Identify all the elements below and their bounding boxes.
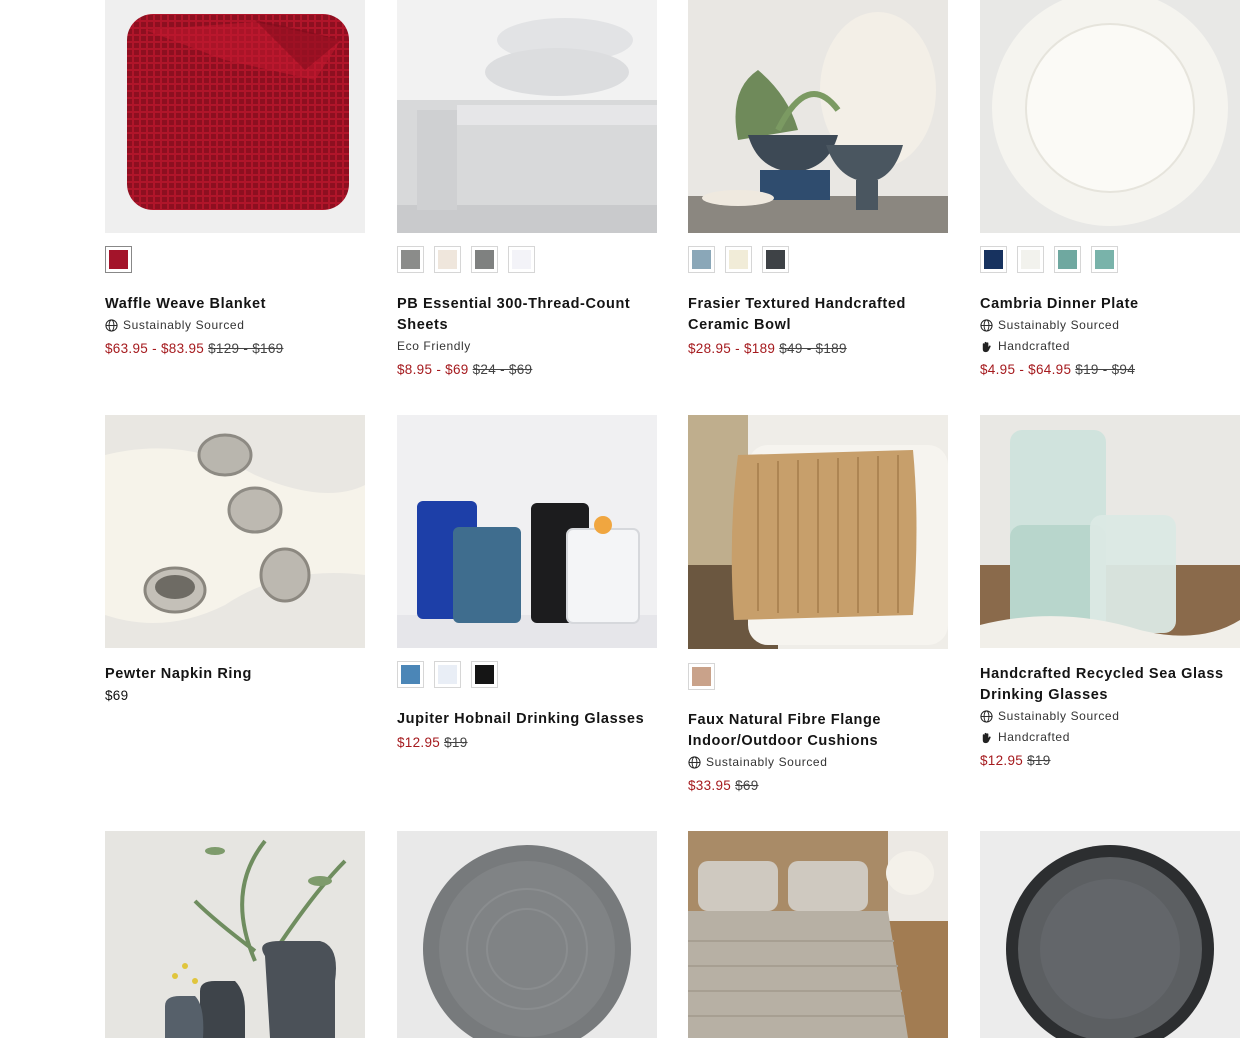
color-swatches	[688, 246, 789, 273]
price: $63.95 - $83.95 $129 - $169	[105, 338, 367, 360]
color-swatches	[688, 663, 715, 690]
handcrafted-badge: Handcrafted	[980, 336, 1242, 357]
plate-image	[980, 0, 1240, 233]
color-swatch[interactable]	[105, 246, 132, 273]
original-price: $24 - $69	[472, 362, 533, 377]
product-image[interactable]	[688, 831, 948, 1038]
color-swatch[interactable]	[434, 661, 461, 688]
price: $12.95 $19	[397, 732, 659, 754]
product-image[interactable]	[397, 831, 657, 1038]
bowl-image	[688, 0, 948, 233]
sustainably-sourced-badge: Sustainably Sourced	[688, 752, 950, 773]
sea-glass-image	[980, 415, 1240, 648]
product-image[interactable]	[980, 831, 1240, 1038]
sustainably-sourced-badge: Sustainably Sourced	[980, 315, 1242, 336]
product-image[interactable]	[688, 415, 948, 649]
color-swatch[interactable]	[434, 246, 461, 273]
sheets-image	[397, 0, 657, 233]
cushion-image	[688, 415, 948, 649]
color-swatch[interactable]	[725, 246, 752, 273]
sale-price: $12.95	[397, 735, 441, 750]
product-title[interactable]: Faux Natural Fibre Flange Indoor/Outdoor…	[688, 710, 950, 752]
color-swatch[interactable]	[471, 661, 498, 688]
hand-icon	[982, 732, 991, 744]
product-image[interactable]	[980, 0, 1240, 233]
hobnail-glasses-image	[397, 415, 657, 648]
price: $8.95 - $69 $24 - $69	[397, 359, 659, 381]
color-swatch[interactable]	[688, 246, 715, 273]
blanket-image	[105, 0, 365, 233]
globe-icon	[980, 319, 993, 332]
eco-friendly-badge: Eco Friendly	[397, 339, 471, 353]
product-image[interactable]	[105, 415, 365, 648]
product-image[interactable]	[980, 415, 1240, 648]
quilt-bedroom-image	[688, 831, 948, 1038]
hand-icon	[982, 341, 991, 353]
price: $12.95 $19	[980, 750, 1242, 772]
color-swatch[interactable]	[471, 246, 498, 273]
sale-price: $8.95 - $69	[397, 362, 469, 377]
sale-price: $33.95	[688, 778, 732, 793]
product-title[interactable]: Cambria Dinner Plate	[980, 294, 1242, 315]
color-swatches	[397, 661, 498, 688]
globe-icon	[980, 710, 993, 723]
color-swatches	[980, 246, 1118, 273]
color-swatches	[397, 246, 535, 273]
sale-price: $28.95 - $189	[688, 341, 776, 356]
sale-price: $12.95	[980, 753, 1024, 768]
vases-image	[105, 831, 365, 1038]
product-image[interactable]	[105, 831, 365, 1038]
product-title[interactable]: Waffle Weave Blanket	[105, 294, 367, 315]
sustainably-sourced-badge: Sustainably Sourced	[980, 706, 1242, 727]
color-swatch[interactable]	[508, 246, 535, 273]
original-price: $19	[1027, 753, 1051, 768]
sustainably-sourced-badge: Sustainably Sourced	[105, 315, 367, 336]
globe-icon	[105, 319, 118, 332]
price: $33.95 $69	[688, 775, 950, 797]
price: $28.95 - $189 $49 - $189	[688, 338, 950, 360]
product-image[interactable]	[105, 0, 365, 233]
product-image[interactable]	[397, 415, 657, 648]
color-swatch[interactable]	[980, 246, 1007, 273]
black-plate-image	[980, 831, 1240, 1038]
color-swatch[interactable]	[688, 663, 715, 690]
regular-price: $69	[105, 688, 129, 703]
product-image[interactable]	[688, 0, 948, 233]
color-swatch[interactable]	[762, 246, 789, 273]
sale-price: $63.95 - $83.95	[105, 341, 205, 356]
globe-icon	[688, 756, 701, 769]
original-price: $129 - $169	[208, 341, 284, 356]
original-price: $19 - $94	[1075, 362, 1136, 377]
product-title[interactable]: Frasier Textured Handcrafted Ceramic Bow…	[688, 294, 950, 336]
color-swatch[interactable]	[1017, 246, 1044, 273]
color-swatch[interactable]	[397, 661, 424, 688]
price: $4.95 - $64.95 $19 - $94	[980, 359, 1242, 381]
original-price: $19	[444, 735, 468, 750]
color-swatch[interactable]	[1054, 246, 1081, 273]
color-swatches	[105, 246, 132, 273]
price: $69	[105, 685, 367, 707]
napkin-ring-image	[105, 415, 365, 648]
product-title[interactable]: Jupiter Hobnail Drinking Glasses	[397, 709, 659, 730]
product-title[interactable]: Pewter Napkin Ring	[105, 664, 367, 685]
grey-plate-image	[397, 831, 657, 1038]
original-price: $69	[735, 778, 759, 793]
original-price: $49 - $189	[779, 341, 847, 356]
handcrafted-badge: Handcrafted	[980, 727, 1242, 748]
color-swatch[interactable]	[397, 246, 424, 273]
product-title[interactable]: PB Essential 300-Thread-Count Sheets	[397, 294, 659, 336]
product-title[interactable]: Handcrafted Recycled Sea Glass Drinking …	[980, 664, 1242, 706]
sale-price: $4.95 - $64.95	[980, 362, 1072, 377]
color-swatch[interactable]	[1091, 246, 1118, 273]
product-image[interactable]	[397, 0, 657, 233]
